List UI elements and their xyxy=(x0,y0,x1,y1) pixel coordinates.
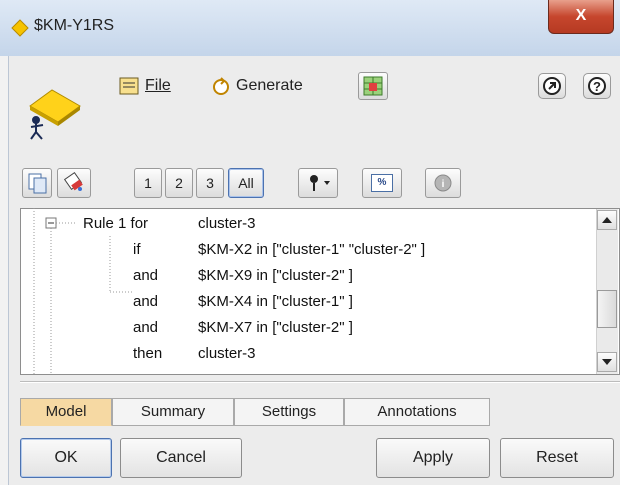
table-export-button[interactable] xyxy=(358,72,388,100)
arrow-down-icon xyxy=(602,359,612,365)
paint-button[interactable] xyxy=(57,168,91,198)
rule-keyword: Rule 1 for xyxy=(83,215,149,232)
percent-button[interactable]: % xyxy=(362,168,402,198)
tab-settings[interactable]: Settings xyxy=(234,398,344,426)
svg-text:i: i xyxy=(442,179,445,190)
close-icon: X xyxy=(575,7,587,24)
scroll-down-button[interactable] xyxy=(597,352,617,372)
divider xyxy=(20,381,620,383)
level-1-button[interactable]: 1 xyxy=(134,168,162,198)
rule-keyword: and xyxy=(133,319,159,336)
scroll-up-button[interactable] xyxy=(597,210,617,230)
level-2-button[interactable]: 2 xyxy=(165,168,193,198)
cancel-button[interactable]: Cancel xyxy=(120,438,242,478)
file-menu[interactable]: File xyxy=(145,77,171,95)
help-icon: ? xyxy=(588,77,606,95)
generate-menu-icon xyxy=(213,77,229,95)
pin-dropdown-icon xyxy=(310,175,330,191)
tab-summary[interactable]: Summary xyxy=(112,398,234,426)
info-button[interactable]: i xyxy=(425,168,461,198)
rule-keyword: and xyxy=(133,267,159,284)
arrow-circle-icon xyxy=(543,77,561,95)
svg-text:?: ? xyxy=(593,79,601,94)
reset-button[interactable]: Reset xyxy=(500,438,614,478)
level-3-button[interactable]: 3 xyxy=(196,168,224,198)
close-button[interactable]: X xyxy=(548,0,614,34)
info-icon: i xyxy=(434,174,452,192)
rule-expression: cluster-3 xyxy=(198,215,256,232)
app-diamond-icon xyxy=(11,19,29,37)
maximize-button[interactable] xyxy=(538,73,566,99)
copy-icon xyxy=(28,173,47,194)
scroll-thumb[interactable] xyxy=(597,290,617,328)
ok-button[interactable]: OK xyxy=(20,438,112,478)
table-icon xyxy=(363,76,383,96)
rule-keyword: if xyxy=(133,241,141,258)
filter-dropdown-button[interactable] xyxy=(298,168,338,198)
rule-expression: $KM-X2 in ["cluster-1" "cluster-2" ] xyxy=(198,241,426,258)
copy-button[interactable] xyxy=(22,168,52,198)
brush-icon xyxy=(63,171,83,191)
rule-keyword: then xyxy=(133,345,163,362)
rule-keyword: and xyxy=(133,293,159,310)
percent-icon: % xyxy=(371,174,393,192)
tab-model[interactable]: Model xyxy=(20,398,112,426)
model-node-icon xyxy=(29,89,81,140)
rule-expression: $KM-X7 in ["cluster-2" ] xyxy=(198,319,353,336)
file-menu-icon xyxy=(119,77,139,95)
generate-menu[interactable]: Generate xyxy=(236,77,303,95)
rule-expression: cluster-3 xyxy=(198,345,256,362)
arrow-up-icon xyxy=(602,217,612,223)
rule-expression: $KM-X4 in ["cluster-1" ] xyxy=(198,293,353,310)
apply-button[interactable]: Apply xyxy=(376,438,490,478)
rule-expression: $KM-X9 in ["cluster-2" ] xyxy=(198,267,353,284)
window-title: $KM-Y1RS xyxy=(34,17,115,34)
help-button[interactable]: ? xyxy=(583,73,611,99)
show-all-button[interactable]: All xyxy=(228,168,264,198)
tab-annotations[interactable]: Annotations xyxy=(344,398,490,426)
